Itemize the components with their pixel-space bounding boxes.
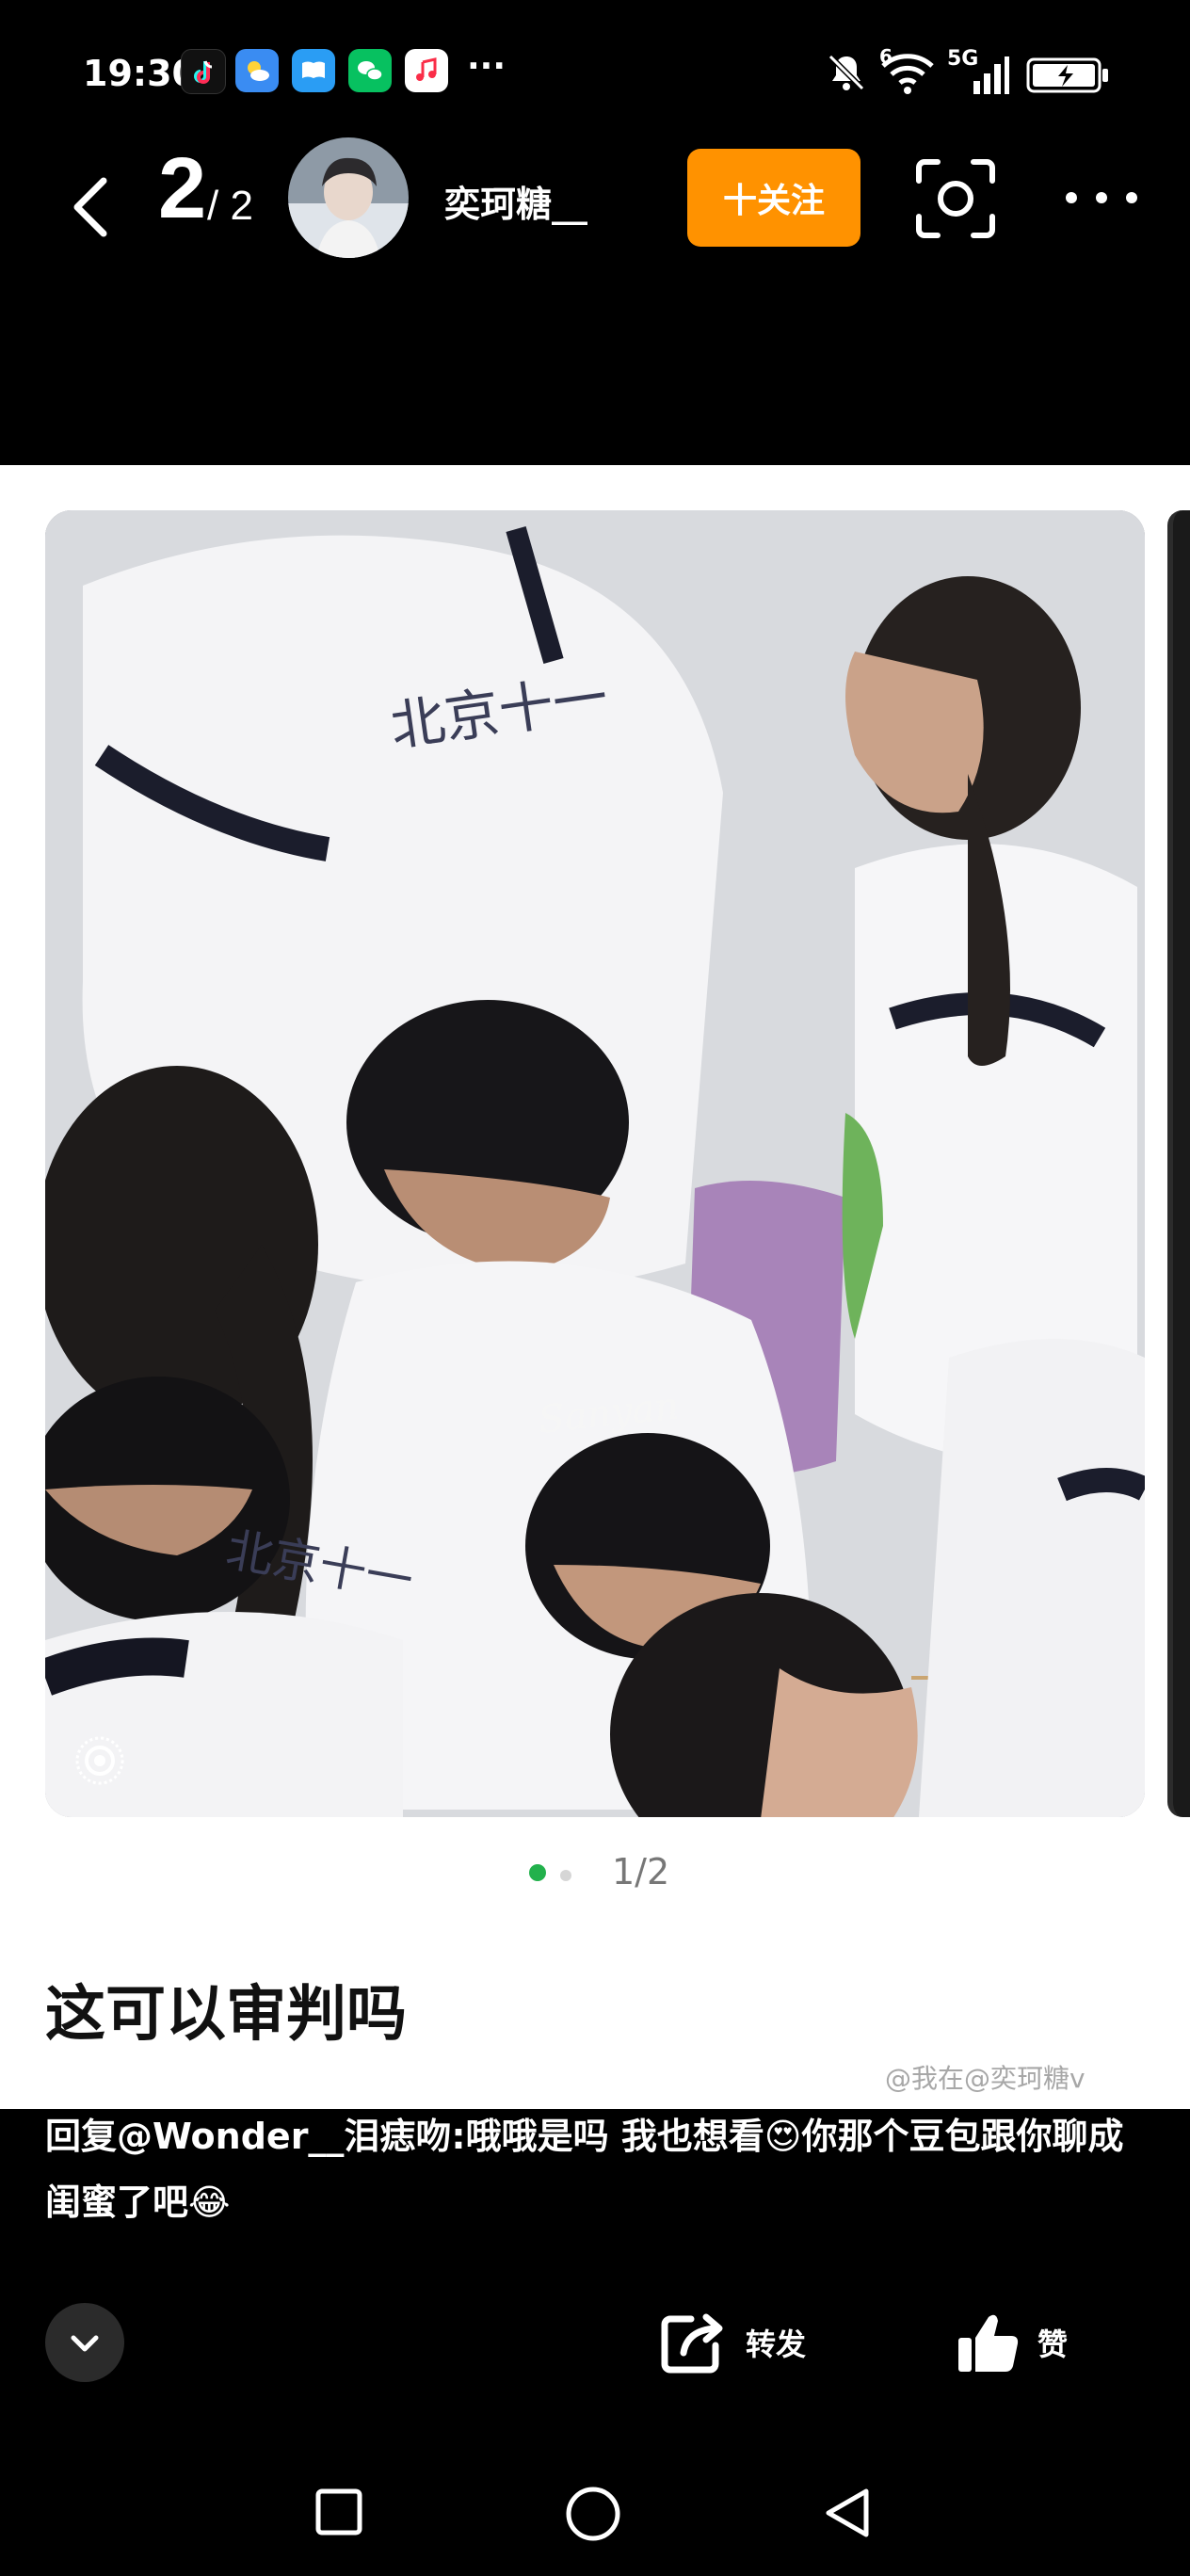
back-button[interactable] bbox=[56, 169, 132, 245]
book-icon bbox=[292, 49, 335, 92]
follow-button[interactable]: 十关注 bbox=[687, 149, 860, 247]
dot-inactive bbox=[560, 1870, 572, 1881]
image-counter: 1/2 bbox=[612, 1851, 670, 1892]
battery-icon bbox=[1026, 57, 1108, 93]
signal-icon bbox=[973, 56, 1009, 94]
chevron-down-icon bbox=[71, 2335, 99, 2352]
like-button[interactable]: 赞 bbox=[955, 2305, 1068, 2380]
post-title: 这可以审判吗 bbox=[45, 1980, 407, 2050]
weather-icon bbox=[235, 49, 279, 92]
scan-button[interactable] bbox=[913, 156, 998, 241]
wifi-badge: 6 bbox=[879, 45, 892, 68]
like-label: 赞 bbox=[1037, 2326, 1069, 2362]
status-time: 19:30 bbox=[83, 53, 197, 94]
more-options-button[interactable] bbox=[1062, 181, 1141, 215]
username[interactable]: 奕珂糖__ bbox=[444, 175, 587, 227]
page-current: 2 bbox=[158, 140, 207, 236]
post-image[interactable]: 北京十一 北京十一 Sanyan bbox=[45, 510, 1145, 1817]
android-nav-bar bbox=[0, 2448, 1190, 2576]
share-label: 转发 bbox=[746, 2326, 807, 2362]
recent-apps-button[interactable] bbox=[314, 2487, 363, 2536]
status-bar: 19:30 ··· 6 5G bbox=[0, 0, 1190, 141]
mute-icon bbox=[828, 54, 865, 91]
dot-active bbox=[529, 1864, 546, 1881]
tiktok-icon bbox=[181, 49, 226, 94]
collapse-button[interactable] bbox=[45, 2303, 124, 2382]
system-back-button[interactable] bbox=[821, 2486, 874, 2540]
weibo-watermark: @我在@奕珂糖v bbox=[885, 2063, 1085, 2094]
next-image-peek[interactable] bbox=[1167, 510, 1190, 1817]
comment-text: 回复@Wonder__泪痣吻:哦哦是吗 我也想看😍你那个豆包跟你聊成闺蜜了吧😂 bbox=[45, 2116, 1124, 2223]
avatar[interactable] bbox=[288, 137, 409, 258]
thumbs-up-icon bbox=[958, 2314, 1019, 2372]
share-button[interactable]: 转发 bbox=[659, 2305, 806, 2380]
music-icon bbox=[405, 49, 448, 92]
status-more-indicator: ··· bbox=[467, 47, 507, 86]
carousel-dots bbox=[529, 1864, 572, 1885]
wechat-icon bbox=[348, 49, 392, 92]
live-photo-icon[interactable] bbox=[73, 1734, 126, 1787]
home-button[interactable] bbox=[565, 2486, 621, 2542]
page-total: / 2 bbox=[207, 183, 253, 229]
share-icon bbox=[661, 2313, 723, 2374]
